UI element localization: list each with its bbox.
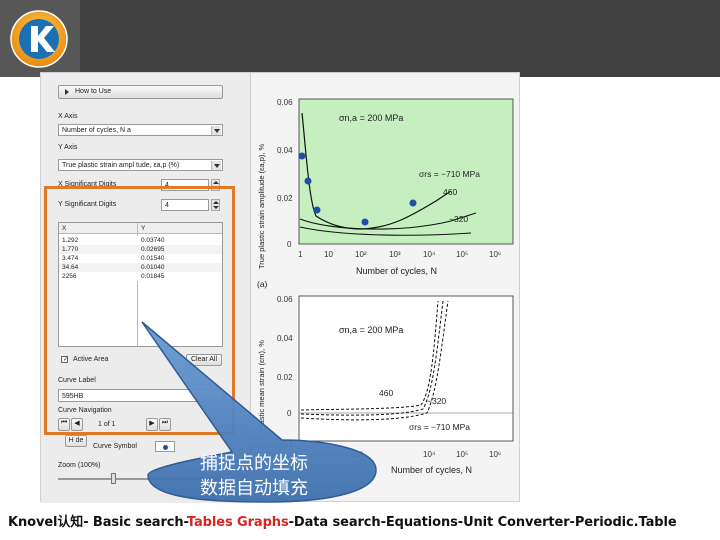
zoom-slider-handle[interactable] — [111, 473, 116, 484]
top-ytick-2: 0.02 — [277, 194, 293, 203]
data-point-4[interactable] — [361, 218, 369, 226]
graph-image[interactable]: 0.06 0.04 0.02 0 1 10 10² 10³ 10⁴ 10⁵ 10… — [251, 91, 521, 491]
top-xtick-0: 1 — [298, 250, 303, 259]
top-ytick-0: 0.06 — [277, 98, 293, 107]
x-axis-select[interactable]: Number of cycles, N a — [58, 124, 223, 136]
top-xtick-4: 10⁴ — [423, 250, 436, 259]
how-to-use-label: How to Use — [75, 88, 112, 95]
top-xtick-3: 10³ — [389, 250, 401, 259]
bottom-ytick-1: 0.04 — [277, 334, 293, 343]
curve-symbol-select[interactable] — [155, 441, 175, 452]
top-plot-area — [299, 99, 513, 244]
top-ytick-1: 0.04 — [277, 146, 293, 155]
top-xtick-1: 10 — [324, 250, 333, 259]
y-axis-select[interactable]: True plastic strain ampl tude, εa,p (%) — [58, 159, 223, 171]
data-point-3[interactable] — [313, 206, 321, 214]
highlight-box — [44, 186, 235, 435]
hide-label: H de — [68, 437, 84, 444]
triangle-right-icon — [65, 89, 69, 95]
bottom-ytick-4: −0.2 — [277, 440, 293, 449]
top-rs-label: σrs = −710 MPa — [419, 169, 480, 179]
y-axis-label: Y Axis — [58, 144, 78, 151]
chevron-down-icon — [211, 161, 221, 170]
footer-tables-graphs[interactable]: Tables Graphs — [187, 515, 289, 530]
bottom-ylabel: Plastic mean strain (εm), % — [257, 340, 266, 431]
panel-tag-a: (a) — [257, 279, 268, 289]
data-point-2[interactable] — [304, 177, 312, 185]
bottom-ytick-2: 0.02 — [277, 373, 293, 382]
bottom-xtick-6: 10⁶ — [489, 450, 501, 459]
zoom-label: Zoom (100%) — [58, 462, 101, 469]
bottom-xlabel: Number of cycles, N — [391, 465, 472, 475]
x-axis-value: Number of cycles, N a — [62, 127, 131, 134]
top-xtick-6: 10⁶ — [489, 250, 501, 259]
top-label-460: 460 — [443, 187, 457, 197]
bottom-xtick-2: 10² — [351, 450, 363, 459]
top-bar — [0, 0, 720, 77]
top-sigma-label: σn,a = 200 MPa — [339, 113, 403, 123]
bottom-sigma-label: σn,a = 200 MPa — [339, 325, 403, 335]
knovel-logo-icon — [10, 10, 68, 68]
top-xtick-2: 10² — [355, 250, 367, 259]
zoom-slider-track[interactable] — [58, 478, 223, 480]
bottom-xtick-5: 10⁵ — [456, 450, 468, 459]
top-ytick-3: 0 — [287, 240, 292, 249]
data-point-5[interactable] — [409, 199, 417, 207]
hide-button[interactable]: H de — [65, 435, 87, 447]
top-ylabel: True plastic strain amplitude (εa,p), % — [257, 143, 266, 269]
circle-symbol-icon — [163, 445, 168, 450]
bottom-ytick-0: 0.06 — [277, 295, 293, 304]
bottom-rs-label: σrs = −710 MPa — [409, 422, 470, 432]
curve-symbol-label: Curve Symbol — [93, 443, 137, 450]
footer-nav: Knovel认知- Basic search-Tables Graphs-Dat… — [8, 511, 718, 530]
header-band — [80, 0, 720, 77]
top-xlabel: Number of cycles, N — [356, 266, 437, 276]
top-xtick-5: 10⁵ — [456, 250, 468, 259]
footer-basic-search[interactable]: Knovel认知- Basic search- — [8, 515, 187, 530]
x-axis-label: X Axis — [58, 113, 78, 120]
data-point-1[interactable] — [298, 152, 306, 160]
bottom-label-460: 460 — [379, 388, 393, 398]
bottom-ytick-3: 0 — [287, 409, 292, 418]
bottom-xtick-4: 10⁴ — [423, 450, 436, 459]
y-axis-value: True plastic strain ampl tude, εa,p (%) — [62, 162, 180, 169]
top-label-320: −320 — [449, 214, 468, 224]
chevron-down-icon — [211, 126, 221, 135]
footer-rest[interactable]: -Data search-Equations-Unit Converter-Pe… — [289, 515, 677, 530]
how-to-use-button[interactable]: How to Use — [58, 85, 223, 99]
bottom-label-320: −320 — [427, 396, 446, 406]
